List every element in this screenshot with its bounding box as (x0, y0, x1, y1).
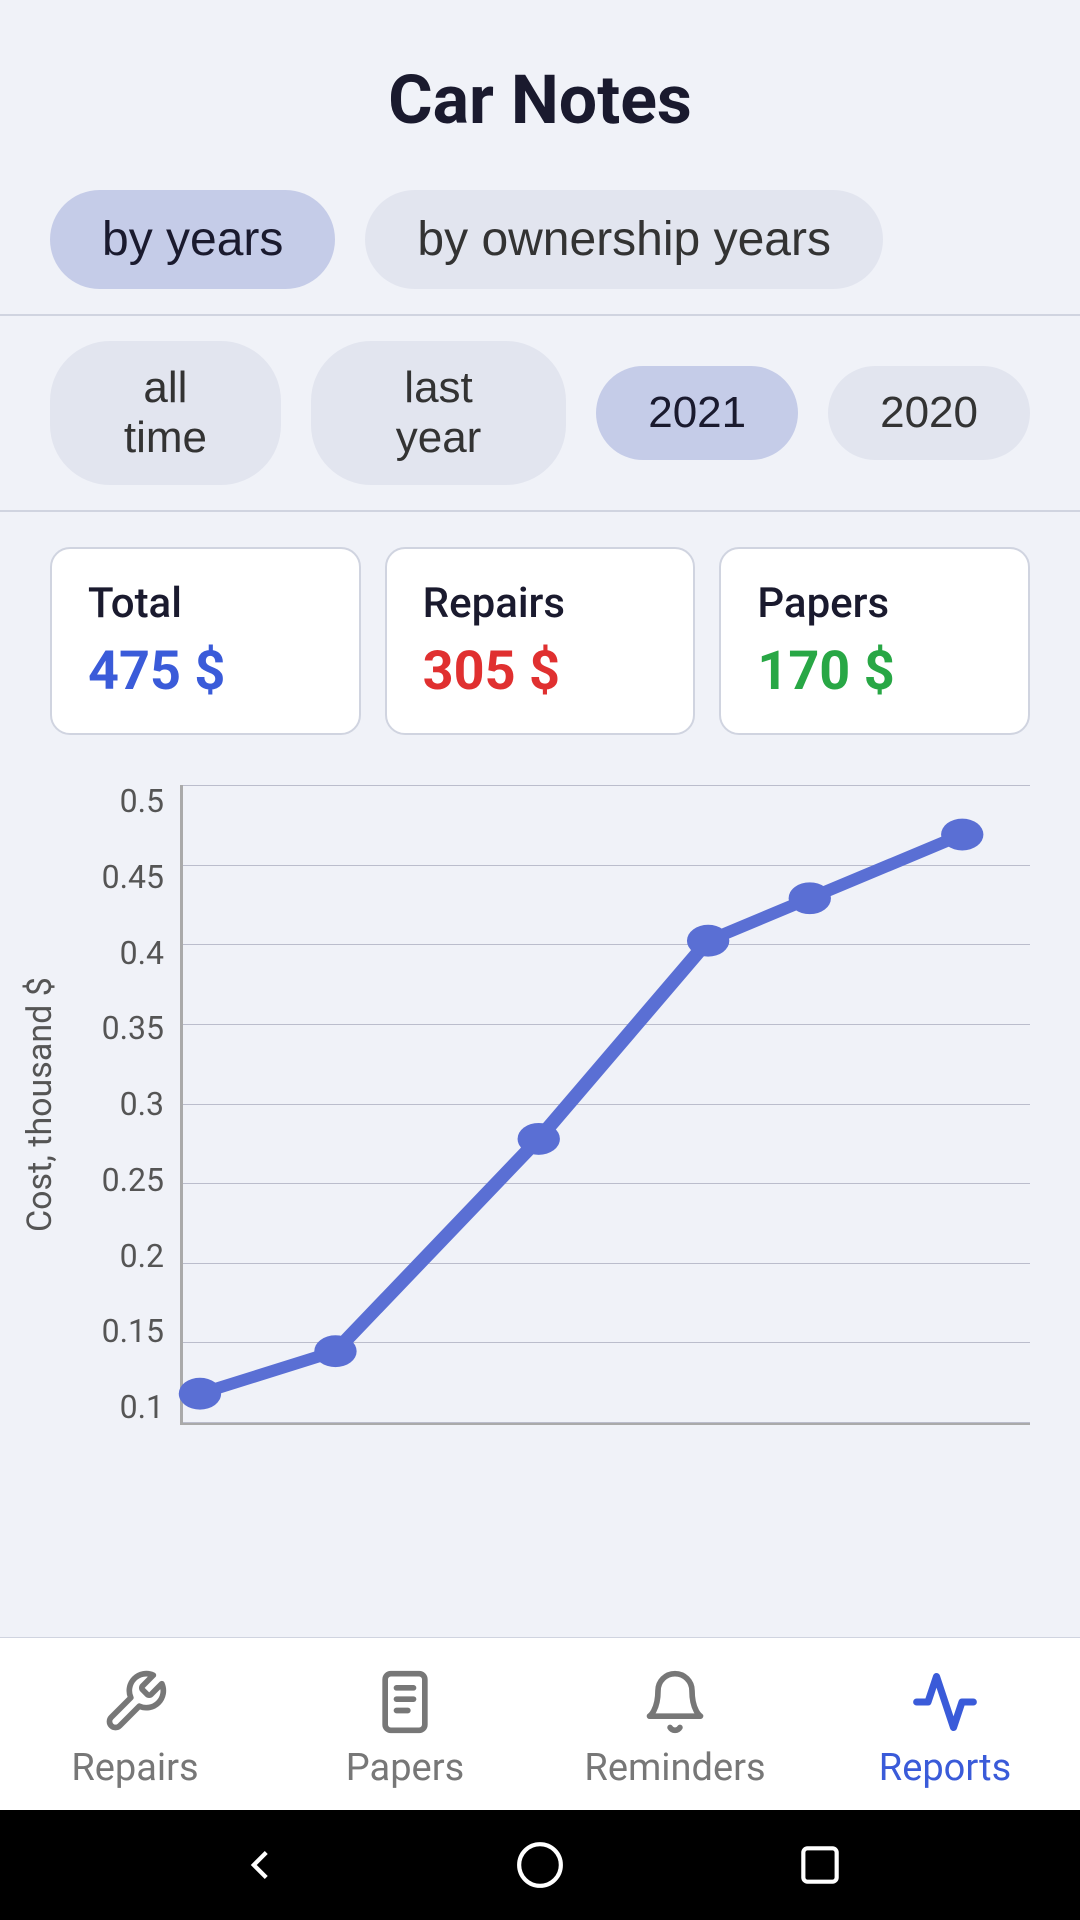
card-repairs: Repairs 305 $ (385, 547, 696, 735)
y-tick: 0.1 (120, 1391, 164, 1423)
card-papers-value: 170 $ (757, 640, 992, 703)
sys-back-button[interactable] (230, 1835, 290, 1895)
nav-papers-label: Papers (346, 1746, 464, 1790)
divider-1 (0, 314, 1080, 316)
y-axis: 0.5 0.45 0.4 0.35 0.3 0.25 0.2 0.15 0.1 (60, 785, 180, 1425)
filter-row-2: all time last year 2021 2020 (0, 321, 1080, 505)
card-total-label: Total (88, 579, 323, 628)
system-nav-bar (0, 1810, 1080, 1920)
filter-2020[interactable]: 2020 (828, 366, 1030, 460)
chart-line (183, 785, 1030, 1422)
nav-repairs-label: Repairs (71, 1746, 198, 1790)
card-papers: Papers 170 $ (719, 547, 1030, 735)
y-tick: 0.5 (120, 785, 164, 817)
bottom-nav: Repairs Papers Reminders Reports (0, 1637, 1080, 1810)
y-tick: 0.45 (102, 861, 164, 893)
nav-repairs[interactable]: Repairs (0, 1668, 270, 1790)
y-tick: 0.2 (120, 1240, 164, 1272)
y-tick: 0.4 (120, 937, 164, 969)
chart-container: Cost, thousand $ 0.50.450.40.350.30.250.… (0, 755, 1080, 1637)
nav-reminders[interactable]: Reminders (540, 1668, 810, 1790)
y-tick: 0.25 (102, 1164, 164, 1196)
page-title: Car Notes (388, 60, 692, 140)
nav-reports-label: Reports (879, 1746, 1011, 1790)
card-total: Total 475 $ (50, 547, 361, 735)
card-repairs-label: Repairs (423, 579, 658, 628)
filter-last-year[interactable]: last year (311, 341, 566, 485)
y-tick: 0.15 (102, 1315, 164, 1347)
card-repairs-value: 305 $ (423, 640, 658, 703)
chart-plot (180, 785, 1030, 1425)
filter-by-years[interactable]: by years (50, 190, 335, 289)
filter-all-time[interactable]: all time (50, 341, 281, 485)
y-axis-label: Cost, thousand $ (10, 785, 60, 1425)
filter-by-ownership-years[interactable]: by ownership years (365, 190, 883, 289)
filter-row-1: by years by ownership years (0, 170, 1080, 309)
nav-reminders-label: Reminders (584, 1746, 765, 1790)
sys-home-button[interactable] (510, 1835, 570, 1895)
y-tick: 0.35 (102, 1012, 164, 1044)
nav-reports[interactable]: Reports (810, 1668, 1080, 1790)
header: Car Notes (0, 0, 1080, 170)
divider-2 (0, 510, 1080, 512)
sys-recents-button[interactable] (790, 1835, 850, 1895)
cards-row: Total 475 $ Repairs 305 $ Papers 170 $ (0, 517, 1080, 755)
card-total-value: 475 $ (88, 640, 323, 703)
nav-papers[interactable]: Papers (270, 1668, 540, 1790)
filter-2021[interactable]: 2021 (596, 366, 798, 460)
grid-line (183, 1422, 1030, 1423)
card-papers-label: Papers (757, 579, 992, 628)
y-tick: 0.3 (120, 1088, 164, 1120)
